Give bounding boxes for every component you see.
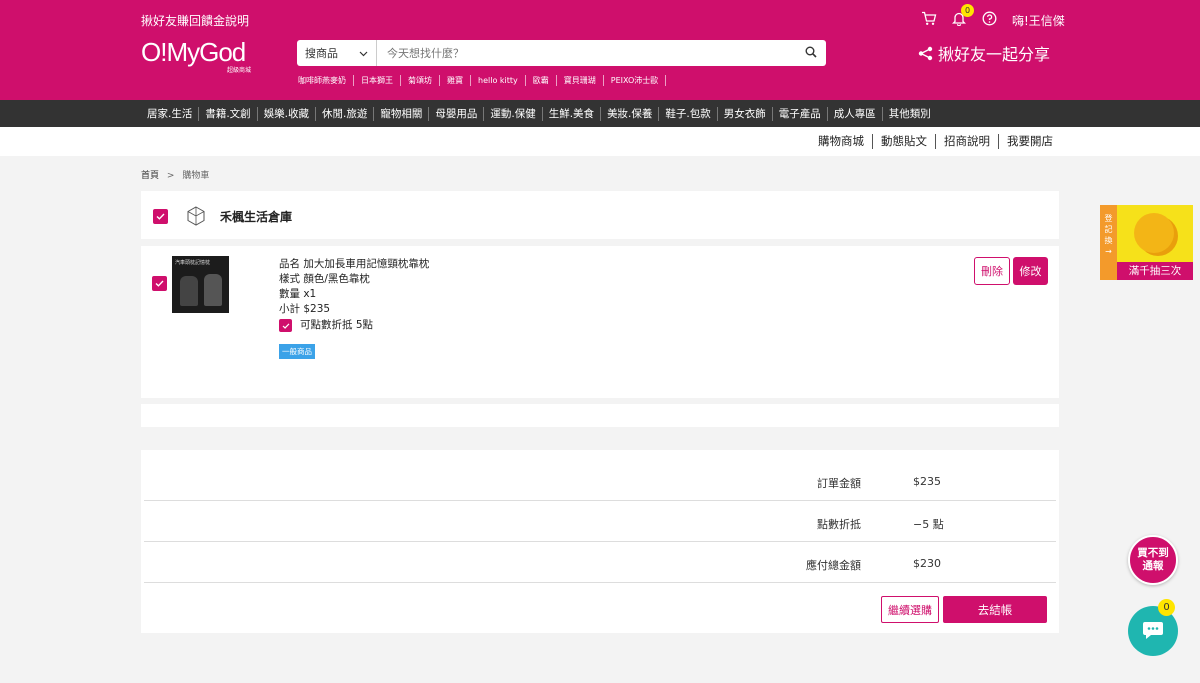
category-item[interactable]: 母嬰用品	[429, 106, 485, 121]
search-type-select[interactable]: 搜商品	[297, 40, 377, 66]
user-name[interactable]: 嗨!王信傑	[1012, 12, 1065, 29]
help-button[interactable]	[980, 11, 998, 29]
sub-nav: 購物商城 動態貼文 招商說明 我要開店	[0, 127, 1200, 156]
subnav-shop[interactable]: 購物商城	[810, 134, 873, 149]
store-logo-icon	[185, 205, 207, 227]
lottery-text: 滿千抽三次	[1117, 262, 1193, 280]
summary-row-payable: 應付總金額 $230	[144, 543, 1056, 583]
item-qty: 數量 x1	[279, 288, 317, 300]
hot-keywords: 咖啡師燕麥奶 日本獅王 菊頌坊 雞寶 hello kitty 歐霸 寶貝珊瑚 P…	[298, 75, 667, 86]
checkout-button[interactable]: 去結帳	[943, 596, 1047, 623]
category-item[interactable]: 寵物相關	[374, 106, 430, 121]
promo-link[interactable]: 揪好友賺回饋金說明	[141, 12, 249, 29]
chevron-down-icon	[359, 47, 368, 60]
empty-panel	[141, 404, 1059, 427]
hot-keyword[interactable]: 咖啡師燕麥奶	[298, 75, 354, 86]
lottery-side-label: 登 記 換 →	[1100, 205, 1117, 280]
category-item[interactable]: 電子產品	[773, 106, 828, 121]
category-item[interactable]: 運動.保健	[484, 106, 543, 121]
product-image-text: 汽車頭枕記憶枕	[175, 260, 211, 266]
summary-label: 應付總金額	[806, 559, 861, 572]
subnav-open-store[interactable]: 我要開店	[999, 134, 1053, 149]
item-info: 品名 加大加長車用記憶頸枕靠枕 樣式 顏色/黑色靠枕 數量 x1 小計 $235…	[279, 257, 429, 333]
logo[interactable]: O!MyGod 超級商城	[141, 37, 251, 74]
category-item[interactable]: 居家.生活	[141, 106, 200, 121]
category-item[interactable]: 娛樂.收藏	[258, 106, 317, 121]
share-label: 揪好友一起分享	[938, 45, 1051, 64]
summary-value: $230	[913, 557, 941, 570]
category-item[interactable]: 成人專區	[828, 106, 883, 121]
search-input[interactable]	[377, 40, 796, 66]
hot-keyword[interactable]: 日本獅王	[354, 75, 401, 86]
coin-icon	[1134, 213, 1174, 253]
summary-value: $235	[913, 475, 941, 488]
category-item[interactable]: 美妝.保養	[601, 106, 660, 121]
hot-keyword[interactable]: 菊頌坊	[401, 75, 440, 86]
logo-subtitle: 超級商城	[227, 67, 252, 74]
hot-keyword[interactable]: 寶貝珊瑚	[557, 75, 604, 86]
item-style: 樣式 顏色/黑色靠枕	[279, 273, 370, 285]
header: 揪好友賺回饋金說明 O!MyGod 超級商城 搜商品 咖啡師燕麥奶 日本獅王 菊…	[0, 0, 1200, 100]
summary-row-points: 點數折抵 −5 點	[144, 502, 1056, 542]
report-label-line: 通報	[1142, 560, 1164, 572]
cart-item: 汽車頭枕記憶枕 品名 加大加長車用記憶頸枕靠枕 樣式 顏色/黑色靠枕 數量 x1…	[141, 246, 1059, 398]
cart-icon	[921, 11, 937, 29]
category-nav: 居家.生活 書籍.文創 娛樂.收藏 休閒.旅遊 寵物相關 母嬰用品 運動.保健 …	[0, 100, 1200, 127]
report-label-line: 買不到	[1137, 547, 1169, 559]
search-button[interactable]	[796, 40, 826, 66]
hot-keyword[interactable]: 歐霸	[526, 75, 557, 86]
hot-keyword[interactable]: 雞寶	[440, 75, 471, 86]
subnav-posts[interactable]: 動態貼文	[873, 134, 936, 149]
store-checkbox[interactable]	[153, 209, 168, 224]
cart-button[interactable]	[920, 11, 938, 29]
help-icon	[982, 11, 997, 29]
category-item[interactable]: 生鮮.美食	[543, 106, 602, 121]
breadcrumb-current: 購物車	[182, 171, 210, 181]
hot-keyword[interactable]: hello kitty	[471, 75, 526, 86]
breadcrumb-separator: >	[166, 171, 175, 181]
search-type-label: 搜商品	[305, 47, 338, 60]
summary-row-order-total: 訂單金額 $235	[144, 461, 1056, 501]
lottery-banner[interactable]: 登 記 換 → 滿千抽三次	[1100, 205, 1193, 280]
points-label: 可點數折抵 5點	[300, 319, 374, 331]
item-name: 品名 加大加長車用記憶頸枕靠枕	[279, 258, 430, 270]
chat-icon	[1142, 620, 1164, 643]
store-name[interactable]: 禾楓生活倉庫	[220, 208, 292, 225]
search-icon	[805, 46, 817, 61]
hot-keyword[interactable]: PEIXO沛士歐	[604, 75, 667, 86]
summary-label: 訂單金額	[817, 477, 861, 490]
breadcrumb-home[interactable]: 首頁	[141, 171, 159, 181]
category-item[interactable]: 男女衣飾	[718, 106, 773, 121]
points-checkbox[interactable]	[279, 319, 292, 332]
category-item[interactable]: 其他類別	[883, 107, 937, 121]
chat-badge: 0	[1158, 599, 1175, 616]
product-image[interactable]: 汽車頭枕記憶枕	[172, 256, 229, 313]
store-header: 禾楓生活倉庫	[141, 191, 1059, 239]
logo-text: O!MyGod	[141, 37, 246, 67]
category-item[interactable]: 書籍.文創	[199, 106, 258, 121]
delete-button[interactable]: 刪除	[974, 257, 1010, 285]
order-summary: 訂單金額 $235 點數折抵 −5 點 應付總金額 $230 繼續選購 去結帳	[141, 450, 1059, 633]
item-subtotal: 小計 $235	[279, 303, 331, 315]
search-box: 搜商品	[297, 40, 826, 66]
category-item[interactable]: 休閒.旅遊	[316, 106, 375, 121]
notification-button[interactable]: 0	[950, 4, 974, 29]
summary-value: −5 點	[913, 518, 944, 531]
product-type-badge: 一般商品	[279, 344, 315, 359]
item-checkbox[interactable]	[152, 276, 167, 291]
notification-badge: 0	[961, 4, 974, 17]
summary-label: 點數折抵	[817, 518, 861, 531]
continue-shopping-button[interactable]: 繼續選購	[881, 596, 939, 623]
subnav-merchant[interactable]: 招商說明	[936, 134, 999, 149]
edit-button[interactable]: 修改	[1013, 257, 1048, 285]
category-item[interactable]: 鞋子.包款	[659, 106, 718, 121]
share-icon	[918, 46, 933, 61]
share-button[interactable]: 揪好友一起分享	[918, 41, 1050, 65]
report-button[interactable]: 買不到 通報	[1128, 535, 1178, 585]
breadcrumb: 首頁 > 購物車	[141, 168, 209, 181]
top-icons: 0 嗨!王信傑	[920, 4, 1065, 29]
